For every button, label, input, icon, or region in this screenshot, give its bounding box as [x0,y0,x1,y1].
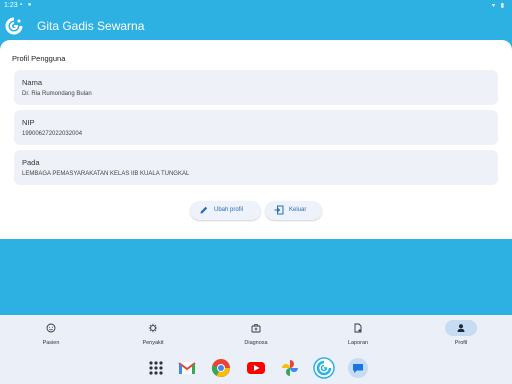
nav-item-penyakit[interactable]: Penyakit [102,315,204,353]
gita-logo-icon [5,17,23,35]
field-value: LEMBAGA PEMASYARAKATAN KELAS IIB KUALA T… [22,171,190,177]
person-icon [457,324,465,332]
app-drawer-icon[interactable] [145,357,167,379]
field-label: Nama [22,78,43,87]
app-bar: Gita Gadis Sewarna [0,11,512,40]
field-nama: Nama Dr. Ria Rumondang Bulan [14,70,498,105]
virus-icon [148,323,158,333]
logout-icon [274,205,284,215]
logout-button[interactable]: Keluar [265,201,322,220]
youtube-icon[interactable] [245,357,267,379]
status-bar: 1:23 ▪ ● ▾ ▮ [0,0,512,11]
nav-label: Profil [454,340,468,346]
logout-label: Keluar [289,207,307,213]
notification-icons: ▪ ● [20,2,34,8]
nav-item-pasien[interactable]: Pasien [0,315,102,353]
bottom-navigation: Pasien Penyakit Diagnosa Laporan Profil [0,315,512,353]
edit-profile-button[interactable]: Ubah profil [190,201,261,220]
system-icons: ▾ ▮ [492,3,506,9]
report-file-icon [354,323,362,333]
field-value: Dr. Ria Rumondang Bulan [22,91,92,97]
profile-content: Profil Pengguna Nama Dr. Ria Rumondang B… [0,40,512,239]
gmail-icon[interactable] [176,357,198,379]
nav-label: Pasien [42,340,60,346]
nav-item-laporan[interactable]: Laporan [307,315,409,353]
diagnosis-kit-icon [251,324,261,333]
nav-label: Laporan [347,340,369,346]
section-title: Profil Pengguna [12,54,66,63]
gita-app-icon[interactable] [313,357,335,379]
photos-icon[interactable] [279,357,301,379]
app-title: Gita Gadis Sewarna [37,19,145,33]
field-nip: NIP 199006272022032004 [14,110,498,145]
patient-face-icon [46,323,56,333]
chrome-icon[interactable] [210,357,232,379]
messages-icon[interactable] [347,357,369,379]
pencil-icon [200,206,208,214]
system-taskbar [0,353,512,384]
edit-profile-label: Ubah profil [214,207,244,213]
nav-item-profil[interactable]: Profil [410,315,512,353]
nav-label: Diagnosa [244,340,268,346]
field-value: 199006272022032004 [22,131,83,137]
status-time: 1:23 [4,2,18,9]
field-label: NIP [22,118,35,127]
field-pada: Pada LEMBAGA PEMASYARAKATAN KELAS IIB KU… [14,150,498,185]
nav-label: Penyakit [142,340,164,346]
nav-item-diagnosa[interactable]: Diagnosa [205,315,307,353]
field-label: Pada [22,158,40,167]
